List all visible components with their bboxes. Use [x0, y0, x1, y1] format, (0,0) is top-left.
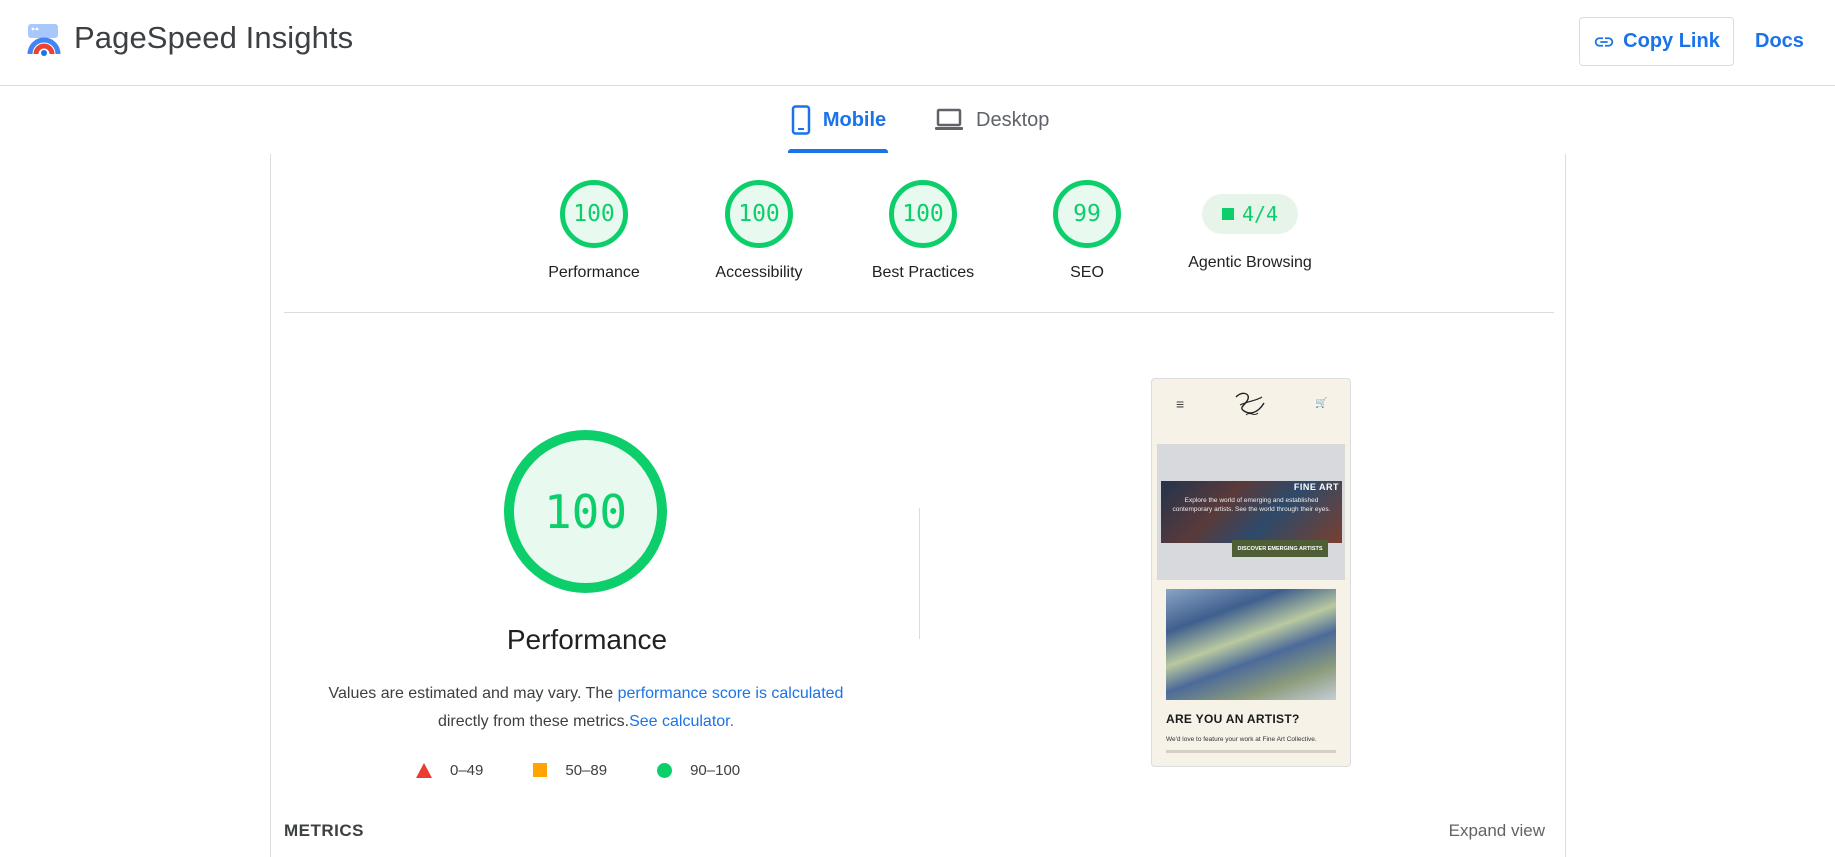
legend-average: 50–89 — [533, 762, 607, 779]
section-divider — [284, 312, 1554, 313]
preview-paragraph: We'd love to feature your work at Fine A… — [1166, 736, 1317, 743]
app-title: PageSpeed Insights — [74, 20, 354, 55]
copy-link-button[interactable]: Copy Link — [1579, 17, 1734, 66]
score-calculated-link[interactable]: performance score is calculated — [618, 685, 844, 702]
tab-mobile-label: Mobile — [822, 108, 887, 131]
cart-icon: 🛒 — [1315, 398, 1328, 409]
legend-range: 0–49 — [450, 761, 484, 779]
preview-text-fade — [1166, 750, 1336, 753]
gauge-label: SEO — [1070, 264, 1104, 281]
pass-square-icon — [1221, 208, 1234, 220]
active-tab-indicator — [788, 149, 888, 153]
metrics-heading: METRICS — [284, 821, 364, 840]
expand-view-toggle[interactable]: Expand view — [1449, 821, 1545, 841]
desc-text: directly from these metrics. — [437, 713, 630, 730]
desc-text: Values are estimated and may vary. The — [328, 685, 618, 702]
see-calculator-link[interactable]: See calculator. — [629, 713, 734, 730]
score-ring: 99 — [1053, 180, 1121, 248]
vertical-divider — [919, 508, 920, 639]
score-ring: 100 — [560, 180, 628, 248]
score-legend: 0–49 50–89 90–100 — [416, 758, 790, 782]
legend-pass: 90–100 — [657, 762, 740, 779]
site-logo-icon — [1235, 392, 1265, 416]
tab-desktop[interactable]: Desktop — [934, 86, 1064, 154]
page-screenshot-preview[interactable]: ≡ 🛒 FINE ART Explore the world of emergi… — [1151, 378, 1351, 767]
docs-link[interactable]: Docs — [1755, 30, 1804, 53]
device-tabs: Mobile Desktop — [0, 86, 1835, 154]
fail-triangle-icon — [416, 762, 432, 778]
report-card: 100 Performance 100 Accessibility 100 Be… — [270, 154, 1566, 857]
score-ring: 100 — [725, 180, 793, 248]
link-icon — [1594, 36, 1614, 47]
hamburger-menu-icon: ≡ — [1176, 396, 1185, 412]
gauge-agentic-browsing[interactable]: 4/4 Agentic Browsing — [1175, 180, 1325, 272]
artwork-image — [1166, 589, 1336, 700]
preview-hero: FINE ART Explore the world of emerging a… — [1157, 444, 1345, 580]
preview-navbar: ≡ 🛒 — [1152, 379, 1350, 439]
preview-heading: ARE YOU AN ARTIST? — [1166, 712, 1300, 726]
gauge-best-practices[interactable]: 100 Best Practices — [848, 180, 998, 282]
gauge-label: Performance — [548, 264, 640, 281]
average-square-icon — [533, 763, 548, 777]
hero-title: FINE ART — [1293, 482, 1339, 492]
legend-fail: 0–49 — [416, 762, 483, 779]
gauge-label: Agentic Browsing — [1188, 254, 1312, 271]
header: PageSpeed Insights Copy Link Docs — [0, 0, 1835, 86]
gauge-label: Accessibility — [715, 264, 803, 281]
agentic-score-pill: 4/4 — [1202, 194, 1298, 234]
gauge-label: Best Practices — [871, 264, 975, 281]
smartphone-icon — [791, 105, 811, 135]
gauge-seo[interactable]: 99 SEO — [1012, 180, 1162, 282]
tab-desktop-label: Desktop — [976, 108, 1050, 131]
laptop-icon — [935, 108, 963, 130]
agentic-score: 4/4 — [1241, 202, 1279, 226]
performance-score-gauge: 100 — [504, 430, 667, 593]
gauge-accessibility[interactable]: 100 Accessibility — [684, 180, 834, 282]
copy-link-label: Copy Link — [1623, 30, 1720, 52]
legend-range: 90–100 — [690, 761, 741, 779]
tab-mobile[interactable]: Mobile — [789, 86, 888, 154]
pagespeed-logo-icon — [27, 24, 61, 56]
pass-circle-icon — [657, 762, 673, 778]
category-scores: 100 Performance 100 Accessibility 100 Be… — [271, 154, 1567, 314]
gauge-performance[interactable]: 100 Performance — [519, 180, 669, 282]
score-ring: 100 — [889, 180, 957, 248]
hero-text: Explore the world of emerging and establ… — [1172, 497, 1331, 513]
legend-range: 50–89 — [565, 761, 608, 779]
performance-description: Values are estimated and may vary. The p… — [311, 680, 861, 736]
performance-title: Performance — [506, 624, 668, 655]
hero-button: DISCOVER EMERGING ARTISTS — [1232, 540, 1328, 557]
